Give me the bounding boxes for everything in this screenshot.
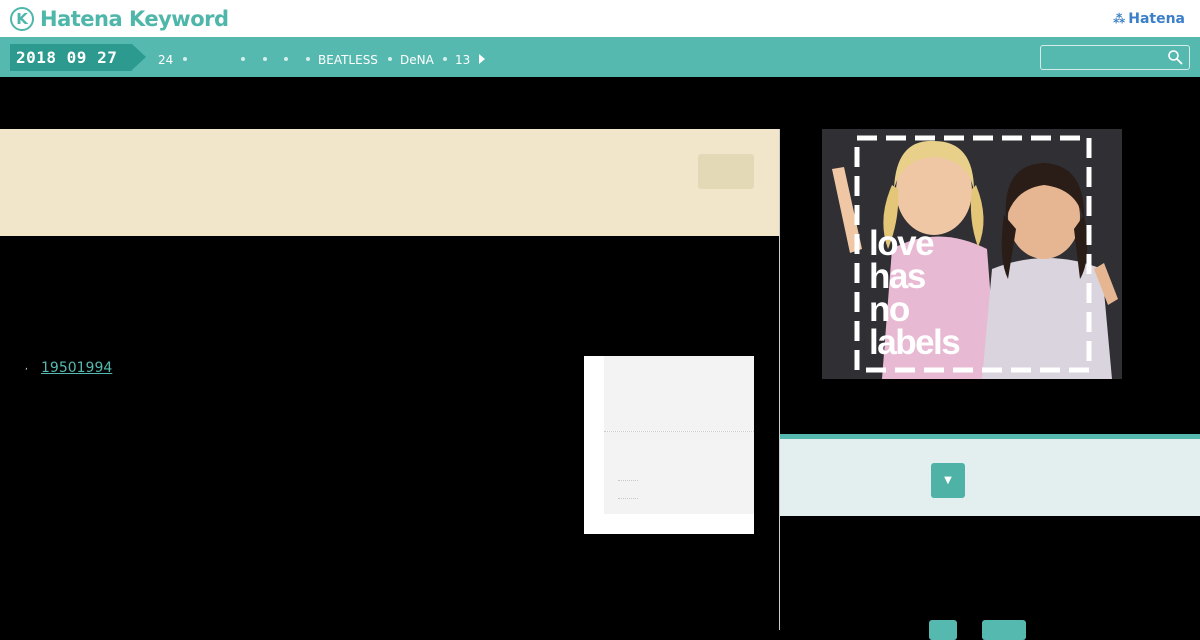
nav-separator bbox=[241, 57, 245, 61]
nav-item-dena[interactable]: DeNA bbox=[400, 52, 434, 68]
date-label: 2018 09 27 bbox=[16, 48, 118, 67]
ad-caption-line: no bbox=[869, 290, 910, 329]
year-range-link[interactable]: 19501994 bbox=[41, 360, 112, 377]
hatena-link-label: Hatena bbox=[1128, 11, 1185, 27]
trending-navbar bbox=[0, 37, 1200, 77]
column-divider bbox=[779, 129, 780, 630]
ad-illustration bbox=[822, 129, 1122, 379]
sidebar-panel bbox=[780, 439, 1200, 516]
nav-separator bbox=[443, 57, 447, 61]
site-logo[interactable]: K Hatena Keyword bbox=[10, 6, 229, 32]
ad-caption-line: love bbox=[869, 224, 935, 263]
ad-caption: love has no labels bbox=[869, 224, 961, 362]
hatena-home-link[interactable]: ⁂ Hatena bbox=[1113, 11, 1185, 27]
nav-item-13[interactable]: 13 bbox=[455, 52, 470, 68]
keyword-banner-panel bbox=[0, 129, 779, 236]
nav-item-beatless[interactable]: BEATLESS bbox=[318, 52, 378, 68]
nav-separator bbox=[183, 57, 187, 61]
keyword-logo-icon: K bbox=[10, 7, 34, 31]
info-box-section bbox=[604, 356, 754, 431]
info-box-line bbox=[618, 480, 638, 481]
info-box-line bbox=[618, 498, 638, 499]
year-prefix: , bbox=[25, 362, 28, 372]
hatena-bird-icon: ⁂ bbox=[1112, 12, 1126, 26]
date-badge-arrow bbox=[132, 44, 146, 70]
info-box-section bbox=[604, 432, 754, 514]
nav-separator bbox=[388, 57, 392, 61]
nav-separator bbox=[284, 57, 288, 61]
advertisement-image[interactable]: love has no labels bbox=[822, 129, 1122, 379]
sidebar-button[interactable] bbox=[982, 620, 1026, 640]
nav-separator bbox=[306, 57, 310, 61]
nav-separator bbox=[263, 57, 267, 61]
nav-item-24[interactable]: 24 bbox=[158, 52, 173, 68]
ad-caption-line: has bbox=[869, 257, 926, 296]
ad-caption-line: labels bbox=[869, 323, 961, 362]
nav-next-arrow-icon[interactable] bbox=[479, 54, 485, 64]
logo-text: Hatena Keyword bbox=[40, 7, 229, 31]
dropdown-toggle-button[interactable]: ▼ bbox=[931, 463, 965, 498]
banner-button[interactable] bbox=[698, 154, 754, 189]
sidebar-button[interactable] bbox=[929, 620, 957, 640]
search-icon[interactable] bbox=[1167, 49, 1183, 65]
chevron-down-icon: ▼ bbox=[944, 475, 952, 486]
